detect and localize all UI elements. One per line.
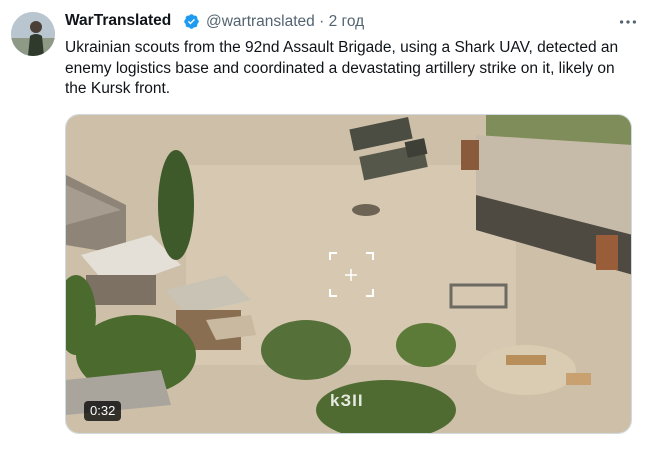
more-options-icon[interactable] [617,11,639,33]
avatar-image [11,12,55,56]
channel-watermark: kЗII [330,391,364,410]
handle-and-time: @wartranslated · 2 год [206,13,364,31]
video-frame [66,115,631,433]
avatar[interactable] [11,12,55,56]
author-name[interactable]: WarTranslated [65,12,171,30]
separator-dot: · [319,13,325,30]
verified-badge-icon [184,14,199,29]
video-player[interactable]: kЗII 0:32 [65,114,632,434]
video-duration: 0:32 [84,401,122,421]
author-handle[interactable]: @wartranslated [206,13,315,30]
tweet-header: WarTranslated @wartranslated · 2 год [65,11,639,33]
tweet-text: Ukrainian scouts from the 92nd Assault B… [65,39,619,97]
tweet-time[interactable]: 2 год [329,13,365,30]
